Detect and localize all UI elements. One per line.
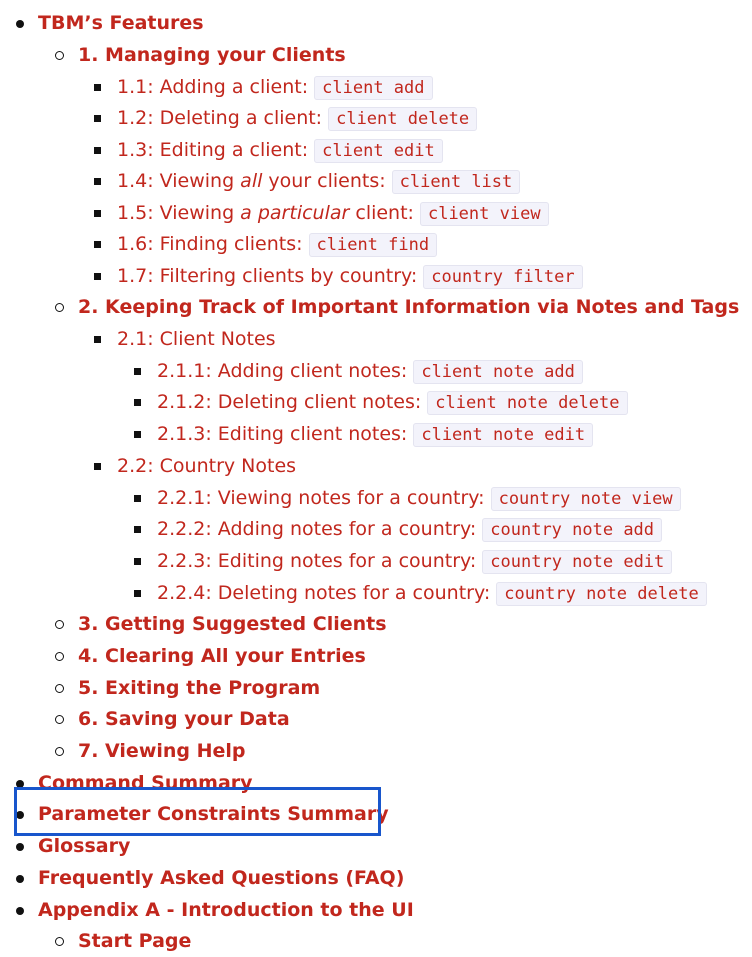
toc-link-2-2-2[interactable]: 2.2.2: Adding notes for a country: countr… (157, 514, 663, 546)
toc-link-managing[interactable]: 1. Managing your Clients (78, 40, 346, 71)
circle-bullet-icon (55, 652, 64, 661)
disc-bullet-icon (16, 843, 24, 851)
toc-link-emphasis: all (240, 170, 263, 192)
toc-link-text: 2.2.2: Adding notes for a country: (157, 518, 477, 540)
toc-link-start-page[interactable]: Start Page (78, 926, 191, 957)
square-bullet-icon (134, 368, 141, 375)
toc-link-text: 1.4: Viewing (117, 170, 241, 192)
circle-bullet-icon (55, 51, 64, 60)
toc-link-text: 2.2.4: Deleting notes for a country: (157, 582, 491, 604)
circle-bullet-icon (55, 620, 64, 629)
command-code: client edit (314, 139, 443, 163)
toc-link-1-5[interactable]: 1.5: Viewing a particular client: client … (117, 198, 549, 230)
command-code: client find (308, 233, 438, 257)
toc-link-text: 1.7: Filtering clients by country: (117, 265, 418, 287)
toc-link-1-3[interactable]: 1.3: Editing a client: client edit (117, 135, 443, 167)
disc-bullet-icon (16, 875, 24, 883)
toc-link-text: client: (349, 202, 414, 224)
toc-link-1-2[interactable]: 1.2: Deleting a client: client delete (117, 103, 478, 135)
command-code: country note delete (496, 582, 707, 606)
square-bullet-icon (94, 273, 101, 280)
toc-link-notes[interactable]: 2. Keeping Track of Important Informatio… (78, 292, 739, 323)
toc-link-help[interactable]: 7. Viewing Help (78, 736, 246, 767)
toc-link-2-1[interactable]: 2.1: Client Notes (117, 324, 276, 355)
toc-link-text: 2.2.1: Viewing notes for a country: (157, 487, 485, 509)
circle-bullet-icon (55, 684, 64, 693)
square-bullet-icon (134, 431, 141, 438)
toc-link-2-2-3[interactable]: 2.2.3: Editing notes for a country: count… (157, 546, 673, 578)
square-bullet-icon (134, 526, 141, 533)
toc-link-text: 2.1.3: Editing client notes: (157, 423, 408, 445)
toc-link-suggested[interactable]: 3. Getting Suggested Clients (78, 609, 387, 640)
command-code: client note delete (427, 391, 628, 415)
square-bullet-icon (134, 495, 141, 502)
toc-link-text: 1.5: Viewing (117, 202, 241, 224)
command-code: client note add (413, 360, 583, 384)
square-bullet-icon (134, 558, 141, 565)
square-bullet-icon (94, 84, 101, 91)
toc-link-text: 1.1: Adding a client: (117, 76, 309, 98)
toc-link-text: 2.2.3: Editing notes for a country: (157, 550, 477, 572)
toc-link-2-1-1[interactable]: 2.1.1: Adding client notes: client note a… (157, 356, 583, 388)
command-code: client list (391, 170, 521, 194)
toc-link-text: your clients: (262, 170, 386, 192)
command-code: client view (419, 202, 549, 226)
square-bullet-icon (94, 463, 101, 470)
toc-link-text: 1.2: Deleting a client: (117, 107, 323, 129)
toc-link-emphasis: a particular (240, 202, 350, 224)
toc-link-command-summary[interactable]: Command Summary (38, 768, 253, 799)
toc-link-text: 1.6: Finding clients: (117, 233, 303, 255)
toc-link-text: 2.1.2: Deleting client notes: (157, 391, 422, 413)
square-bullet-icon (94, 115, 101, 122)
command-code: country note add (482, 518, 663, 542)
circle-bullet-icon (55, 715, 64, 724)
toc-link-2-1-2[interactable]: 2.1.2: Deleting client notes: client note… (157, 387, 628, 419)
square-bullet-icon (94, 241, 101, 248)
square-bullet-icon (94, 178, 101, 185)
square-bullet-icon (134, 399, 141, 406)
disc-bullet-icon (16, 780, 24, 788)
toc-link-1-7[interactable]: 1.7: Filtering clients by country: countr… (117, 261, 583, 293)
square-bullet-icon (94, 210, 101, 217)
toc-link-features[interactable]: TBM’s Features (38, 8, 204, 39)
toc-link-text: 1.3: Editing a client: (117, 139, 309, 161)
circle-bullet-icon (55, 747, 64, 756)
toc-link-clearing[interactable]: 4. Clearing All your Entries (78, 641, 366, 672)
circle-bullet-icon (55, 303, 64, 312)
toc-link-2-2-4[interactable]: 2.2.4: Deleting notes for a country: coun… (157, 578, 707, 610)
toc-link-1-1[interactable]: 1.1: Adding a client: client add (117, 72, 433, 104)
toc-link-1-6[interactable]: 1.6: Finding clients: client find (117, 229, 438, 261)
command-code: country note view (490, 487, 681, 511)
disc-bullet-icon (16, 20, 24, 28)
command-code: client delete (328, 107, 478, 131)
toc-link-saving[interactable]: 6. Saving your Data (78, 704, 290, 735)
command-code: country filter (423, 265, 583, 289)
toc-link-parameter-constraints[interactable]: Parameter Constraints Summary (38, 799, 389, 830)
toc-link-1-4[interactable]: 1.4: Viewing all your clients: client lis… (117, 166, 521, 198)
command-code: client note edit (413, 423, 594, 447)
toc-link-2-2[interactable]: 2.2: Country Notes (117, 451, 296, 482)
square-bullet-icon (94, 336, 101, 343)
toc-link-appendix-a[interactable]: Appendix A - Introduction to the UI (38, 895, 414, 926)
disc-bullet-icon (16, 907, 24, 915)
toc-link-exiting[interactable]: 5. Exiting the Program (78, 673, 320, 704)
toc-link-2-2-1[interactable]: 2.2.1: Viewing notes for a country: count… (157, 483, 681, 515)
square-bullet-icon (94, 147, 101, 154)
toc-link-2-1-3[interactable]: 2.1.3: Editing client notes: client note … (157, 419, 594, 451)
command-code: country note edit (482, 550, 673, 574)
circle-bullet-icon (55, 937, 64, 946)
command-code: client add (314, 76, 433, 100)
toc-link-faq[interactable]: Frequently Asked Questions (FAQ) (38, 863, 404, 894)
toc-link-text: 2.1.1: Adding client notes: (157, 360, 408, 382)
disc-bullet-icon (16, 811, 24, 819)
square-bullet-icon (134, 590, 141, 597)
toc-link-glossary[interactable]: Glossary (38, 831, 130, 862)
